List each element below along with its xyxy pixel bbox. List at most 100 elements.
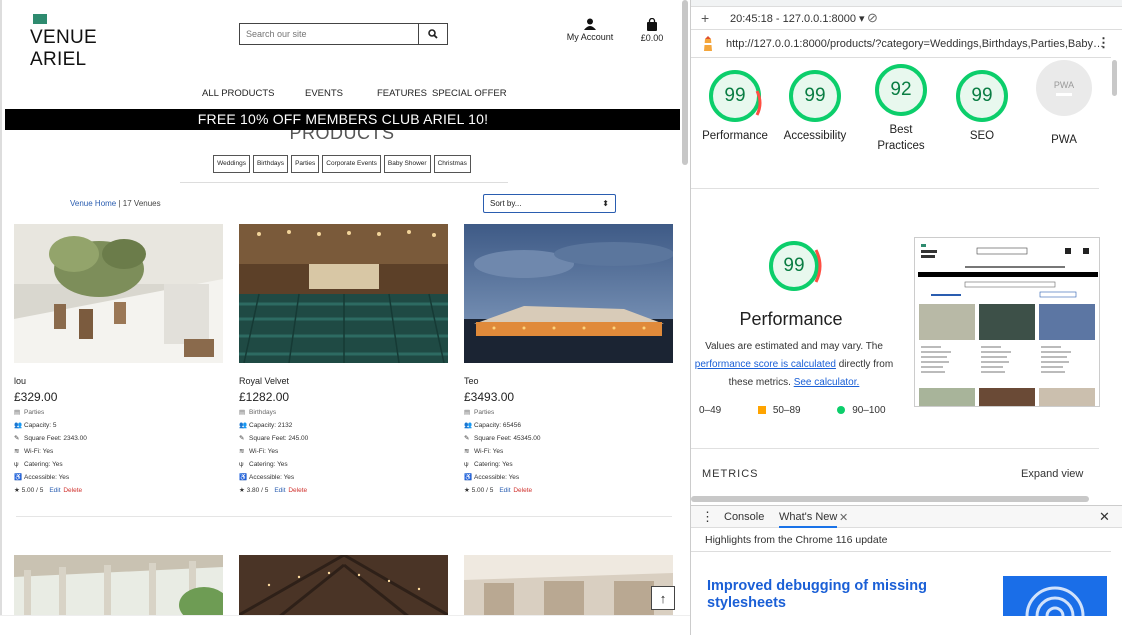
lighthouse-icon	[704, 36, 712, 51]
article-illustration	[1003, 576, 1107, 616]
venue-name[interactable]: Royal Velvet	[239, 376, 449, 386]
gauge-arc-red	[755, 90, 762, 116]
gauge-best-practices[interactable]: 92 Best Practices	[861, 64, 941, 154]
nav-special-offer[interactable]: SPECIAL OFFER	[432, 88, 507, 99]
logo-line-2: ARIEL	[30, 49, 87, 70]
sort-select[interactable]: Sort by... ⬍	[483, 194, 616, 213]
venue-home-link[interactable]: Venue Home	[70, 199, 116, 208]
nav-events[interactable]: EVENTS	[305, 88, 343, 99]
devtools-tabstrip	[691, 0, 1122, 7]
pwa-badge-text: PWA	[1053, 80, 1075, 90]
gauge-label: Accessibility	[783, 130, 847, 142]
bag-total: £0.00	[640, 33, 664, 43]
wheelchair-icon: ♿	[464, 474, 473, 481]
venue-category[interactable]: ▤ Birthdays	[239, 408, 449, 417]
search-input[interactable]	[240, 24, 418, 44]
desc-text-1: Values are estimated and may vary. The	[705, 341, 883, 352]
ruler-icon: ✎	[464, 435, 470, 442]
my-account-link[interactable]: My Account	[562, 18, 618, 42]
more-icon[interactable]: ⋮	[1097, 35, 1110, 51]
venue-category[interactable]: ▤ Parties	[14, 408, 224, 417]
average-square-icon	[758, 406, 767, 415]
promo-banner: FREE 10% OFF MEMBERS CLUB ARIEL 10!	[5, 109, 680, 130]
site-logo[interactable]: VENUE ARIEL	[30, 14, 97, 71]
sqft-label: Square Feet: 245.00	[249, 435, 309, 442]
nav-features[interactable]: FEATURES	[377, 88, 427, 99]
close-tab-icon[interactable]: ✕	[839, 511, 848, 524]
seo-score: 99	[956, 70, 1008, 122]
gauge-label: SEO	[969, 130, 995, 142]
venue-name[interactable]: Teo	[464, 376, 674, 386]
shopping-bag-link[interactable]: £0.00	[635, 17, 669, 43]
catering-label: Catering: Yes	[249, 461, 288, 468]
clear-icon[interactable]: ⊘	[867, 10, 878, 26]
venue-image-marquee[interactable]	[464, 224, 673, 363]
pass-circle-icon	[837, 406, 846, 415]
article-title-link[interactable]: Improved debugging of missing stylesheet…	[707, 578, 947, 612]
see-calculator-link[interactable]: See calculator.	[794, 377, 860, 388]
add-icon[interactable]: +	[701, 10, 709, 26]
delete-link[interactable]: Delete	[63, 487, 82, 494]
arrow-up-icon: ↑	[659, 590, 667, 606]
category-corporate-events[interactable]: Corporate Events	[322, 155, 381, 173]
edit-link[interactable]: Edit	[274, 487, 285, 494]
gauge-label: Best Practices	[877, 124, 925, 152]
gauge-seo[interactable]: 99 SEO	[942, 70, 1022, 144]
venue-wifi: ≋ Wi-Fi: Yes	[14, 447, 224, 456]
category-christmas[interactable]: Christmas	[433, 155, 471, 173]
category-weddings[interactable]: Weddings	[213, 155, 250, 173]
close-drawer-icon[interactable]: ✕	[1099, 509, 1110, 525]
shopping-bag-icon	[647, 17, 657, 31]
nav-all-products[interactable]: ALL PRODUCTS	[202, 88, 275, 99]
rating-value: 5.00 / 5	[21, 487, 44, 494]
metrics-heading: METRICS	[702, 468, 759, 480]
category-parties[interactable]: Parties	[291, 155, 320, 173]
edit-link[interactable]: Edit	[49, 487, 60, 494]
venue-sqft: ✎ Square Feet: 2343.00	[14, 434, 224, 443]
tab-whats-new[interactable]: What's New	[779, 511, 838, 528]
venue-image-wedding-table[interactable]	[14, 224, 223, 363]
venue-photo	[464, 224, 673, 363]
sort-select-value: Sort by...	[490, 199, 522, 208]
gauge-accessibility[interactable]: 99 Accessibility	[775, 70, 855, 144]
venue-photo	[464, 555, 673, 615]
venue-image-barn[interactable]	[239, 555, 448, 615]
utensils-icon: ψ	[464, 461, 469, 468]
tab-console[interactable]: Console	[724, 511, 764, 523]
horizontal-scrollbar[interactable]	[691, 496, 1089, 502]
venue-category[interactable]: ▤ Parties	[464, 408, 674, 417]
score-calculated-link[interactable]: performance score is calculated	[695, 359, 836, 370]
venue-name[interactable]: lou	[14, 376, 224, 386]
venue-photo	[14, 555, 223, 615]
final-screenshot-thumbnail[interactable]	[914, 237, 1100, 407]
venue-image-auditorium[interactable]	[239, 224, 448, 363]
delete-link[interactable]: Delete	[513, 487, 532, 494]
wheelchair-icon: ♿	[239, 474, 248, 481]
edit-link[interactable]: Edit	[499, 487, 510, 494]
venue-image-pergola[interactable]	[14, 555, 223, 615]
expand-view-toggle[interactable]: Expand view	[1021, 468, 1083, 480]
tag-icon: ▤	[14, 409, 21, 416]
site-search	[239, 23, 448, 45]
divider	[180, 182, 508, 183]
venue-price: £329.00	[14, 390, 58, 404]
category-birthdays[interactable]: Birthdays	[252, 155, 289, 173]
scrollbar-thumb[interactable]	[1112, 60, 1117, 96]
pwa-badge: PWA	[1036, 60, 1092, 116]
devtools-scrollbar[interactable]	[1111, 58, 1119, 498]
venue-image-hall[interactable]	[464, 555, 673, 615]
scrollbar-thumb[interactable]	[682, 0, 688, 165]
sqft-label: Square Feet: 2343.00	[24, 435, 87, 442]
back-to-top-button[interactable]: ↑	[651, 586, 675, 610]
drawer-menu-icon[interactable]: ⋮	[701, 509, 714, 525]
search-button[interactable]	[418, 24, 447, 44]
category-baby-shower[interactable]: Baby Shower	[383, 155, 431, 173]
delete-link[interactable]: Delete	[288, 487, 307, 494]
report-selector[interactable]: 20:45:18 - 127.0.0.1:8000 ▾	[730, 12, 865, 25]
utensils-icon: ψ	[14, 461, 19, 468]
gauge-pwa[interactable]: PWA PWA	[1024, 60, 1104, 148]
breadcrumb: Venue Home | 17 Venues	[70, 199, 161, 208]
sqft-label: Square Feet: 45345.00	[474, 435, 541, 442]
logo-icon	[33, 14, 47, 24]
wifi-label: Wi-Fi: Yes	[249, 448, 279, 455]
